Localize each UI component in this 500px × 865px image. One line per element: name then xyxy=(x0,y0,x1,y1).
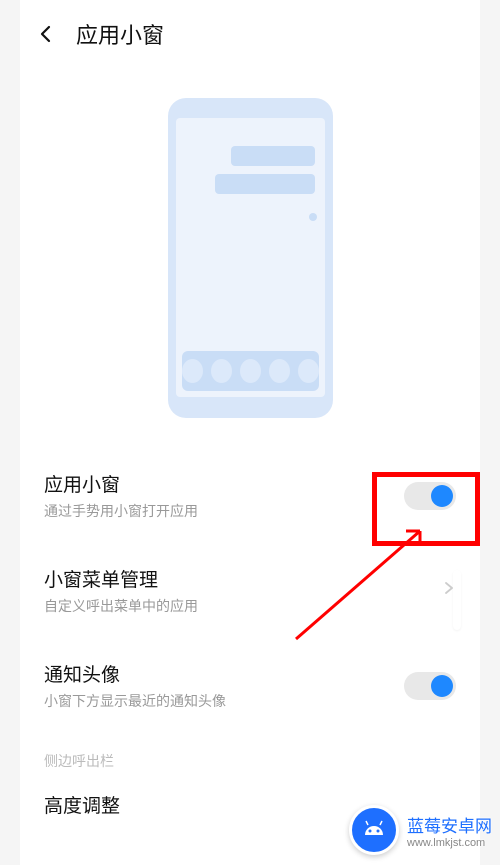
phone-screen xyxy=(176,118,325,397)
phone-dock xyxy=(182,351,319,391)
setting-title: 应用小窗 xyxy=(44,470,404,497)
dock-app-icon xyxy=(182,359,203,383)
setting-desc: 通过手势用小窗打开应用 xyxy=(44,501,404,521)
section-label-side: 侧边呼出栏 xyxy=(44,733,456,777)
notif-avatar-toggle[interactable] xyxy=(404,672,456,700)
header: 应用小窗 xyxy=(20,0,480,68)
setting-desc: 自定义呼出菜单中的应用 xyxy=(44,596,442,616)
phone-home-bar xyxy=(215,403,285,408)
phone-mockup xyxy=(168,98,333,418)
setting-desc: 小窗下方显示最近的通知头像 xyxy=(44,691,404,711)
side-handle[interactable] xyxy=(453,570,461,630)
dock-app-icon xyxy=(269,359,290,383)
watermark: 蓝莓安卓网 www.lmkjst.com xyxy=(349,805,492,855)
page-title: 应用小窗 xyxy=(76,18,164,50)
watermark-url: www.lmkjst.com xyxy=(407,837,492,849)
preview-illustration xyxy=(20,68,480,448)
setting-menu-manage[interactable]: 小窗菜单管理 自定义呼出菜单中的应用 xyxy=(44,543,456,638)
watermark-logo-icon xyxy=(349,805,399,855)
setting-title: 小窗菜单管理 xyxy=(44,565,442,592)
chat-bubble xyxy=(215,174,315,194)
setting-title: 通知头像 xyxy=(44,660,404,687)
watermark-title: 蓝莓安卓网 xyxy=(407,812,492,837)
dock-app-icon xyxy=(298,359,319,383)
chat-bubble xyxy=(231,146,315,166)
dock-app-icon xyxy=(240,359,261,383)
chat-dot xyxy=(309,213,317,221)
setting-app-window: 应用小窗 通过手势用小窗打开应用 xyxy=(44,448,456,543)
setting-notif-avatar: 通知头像 小窗下方显示最近的通知头像 xyxy=(44,638,456,733)
app-window-toggle[interactable] xyxy=(404,482,456,510)
dock-app-icon xyxy=(211,359,232,383)
back-icon[interactable] xyxy=(34,22,58,46)
